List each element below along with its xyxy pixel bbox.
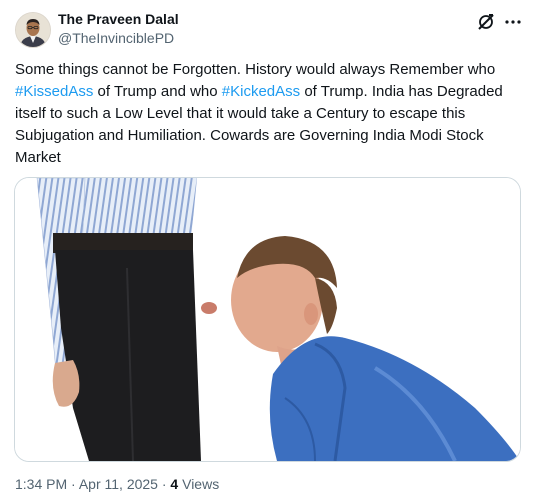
- tweet-text: Some things cannot be Forgotten. History…: [15, 59, 520, 169]
- more-icon[interactable]: [503, 12, 523, 32]
- views-count: 4: [170, 476, 179, 492]
- author-handle[interactable]: @TheInvinciblePD: [58, 30, 174, 47]
- hashtag-kickedass[interactable]: #KickedAss: [222, 83, 300, 100]
- avatar[interactable]: [15, 12, 51, 48]
- meta-separator: ·: [161, 476, 167, 492]
- tweet-date[interactable]: Apr 11, 2025: [79, 476, 158, 492]
- tweet-text-segment: of Trump and who: [93, 83, 222, 100]
- tweet-text-segment: Some things cannot be Forgotten. History…: [15, 61, 500, 78]
- grok-icon[interactable]: [476, 12, 496, 32]
- tweet-photo[interactable]: [14, 177, 521, 462]
- tweet-meta: 1:34 PM · Apr 11, 2025 · 4 Views: [15, 476, 219, 493]
- profile-photo: [16, 13, 50, 47]
- photo-illustration: [15, 178, 520, 461]
- author-name[interactable]: The Praveen Dalal: [58, 11, 179, 28]
- meta-separator: ·: [71, 476, 76, 492]
- hashtag-kissedass[interactable]: #KissedAss: [15, 83, 93, 100]
- views-label: Views: [182, 476, 220, 492]
- tweet-time[interactable]: 1:34 PM: [15, 476, 67, 492]
